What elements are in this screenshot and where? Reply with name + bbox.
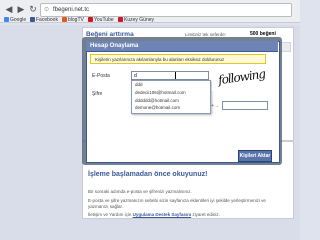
autocomplete-option[interactable]: dddddd@hotmail.com: [135, 98, 179, 103]
blogtv-icon: [62, 17, 67, 22]
bookmarks-bar: Google Facebook blogTV YouTube Kuzey Gün…: [0, 16, 300, 24]
bookmark-google[interactable]: Google: [4, 16, 26, 24]
autocomplete-option[interactable]: demone@hotmail.com: [135, 105, 180, 110]
facebook-icon: [30, 17, 35, 22]
back-icon[interactable]: ◀: [3, 3, 15, 15]
email-label: E-Posta: [92, 73, 110, 79]
email-field[interactable]: d: [131, 71, 209, 80]
dialog-notice: Kişilerin yazılarınıza akılamlarıyla bu …: [90, 54, 266, 64]
youtube-icon: [88, 17, 93, 22]
card2-title: İşleme başlamadan önce okuyunuz!: [88, 171, 208, 178]
captcha-code-field[interactable]: [222, 101, 268, 110]
bookmark-kuzey-guney[interactable]: Kuzey Güney: [118, 16, 154, 24]
bookmark-facebook[interactable]: Facebook: [30, 16, 58, 24]
reload-icon[interactable]: ↻: [27, 3, 39, 15]
captcha-text: following: [217, 66, 266, 88]
captcha-image: following: [212, 67, 268, 91]
card2-paragraph-3: İletişim ve Yardım için Uygulama Destek …: [88, 212, 288, 217]
help-text-end: ziyaret ediniz.: [192, 212, 220, 217]
card2-paragraph-2: E-posta ve şifre yazmanızın sebebi sizin…: [88, 198, 266, 209]
card2-paragraph-1: Bir sonraki adımda e-posta ve şifrenizi …: [88, 189, 192, 194]
address-bar[interactable]: ⊙ fbegeni.net.tc: [40, 3, 292, 17]
google-icon: [4, 17, 9, 22]
youtube-icon: [118, 17, 123, 22]
support-page-link[interactable]: Uygulama Destek Sayfasını: [133, 212, 192, 217]
dialog-title: Hesap Onaylama: [90, 43, 139, 49]
forward-icon[interactable]: ▶: [15, 3, 27, 15]
code-arrow: +→: [211, 103, 219, 109]
submit-button[interactable]: Kişileri Aktar: [238, 150, 272, 162]
bookmark-blogtv[interactable]: blogTV: [62, 16, 84, 24]
autocomplete-option[interactable]: ddd: [135, 82, 143, 87]
help-text: İletişim ve Yardım için: [88, 212, 132, 217]
bookmark-youtube[interactable]: YouTube: [88, 16, 114, 24]
page-icon: ⊙: [44, 7, 50, 13]
text-cursor: [175, 72, 176, 79]
autocomplete-option[interactable]: dedecii106@hotmail.com: [135, 90, 186, 95]
password-label: Şifre: [92, 91, 103, 97]
autocomplete-dropdown: ddd dedecii106@hotmail.com dddddd@hotmai…: [131, 80, 211, 114]
url-text: fbegeni.net.tc: [53, 7, 90, 13]
